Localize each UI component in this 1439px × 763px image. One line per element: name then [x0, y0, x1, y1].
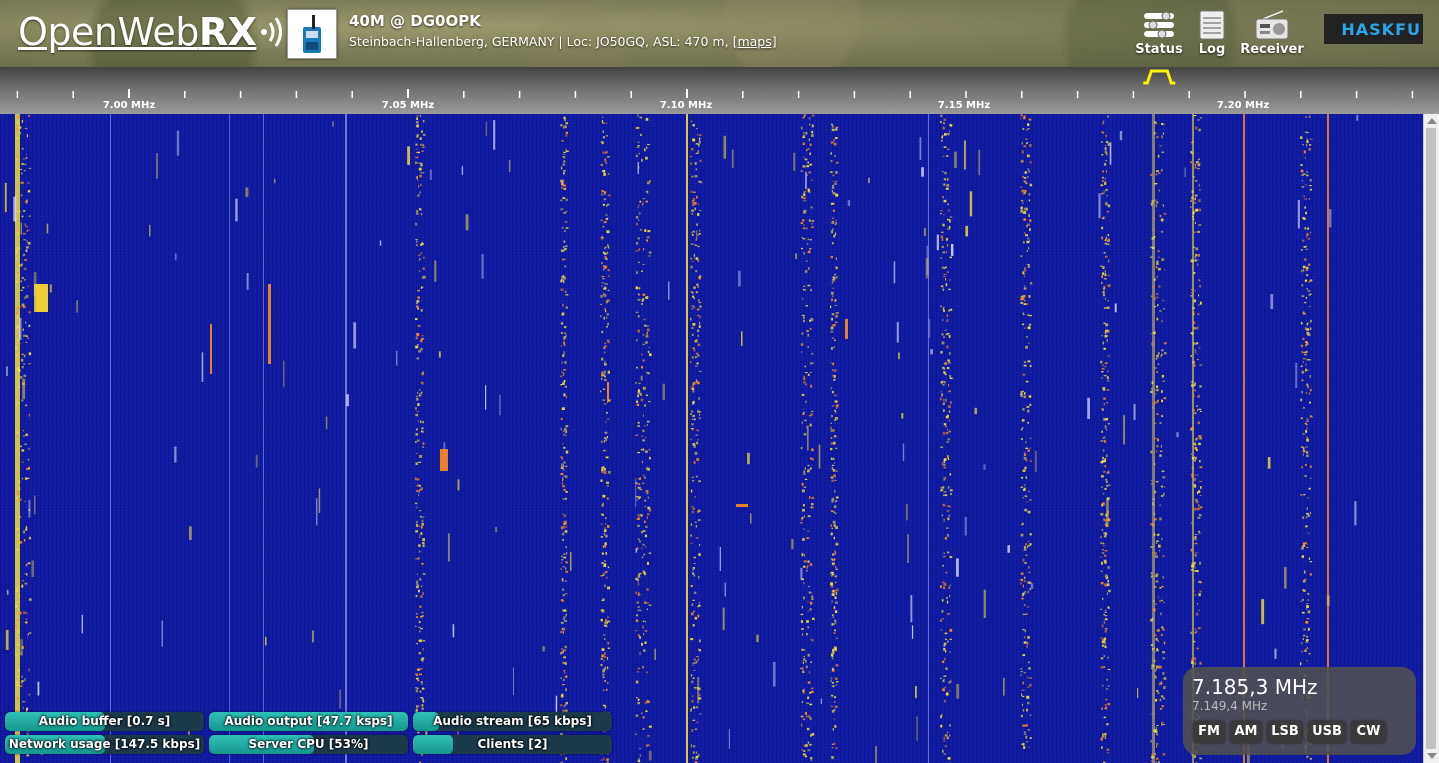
radio-waves-icon — [261, 17, 283, 47]
current-frequency[interactable]: 7.185,3 MHz — [1192, 675, 1318, 699]
sponsor-logo[interactable]: HASKFU — [1324, 14, 1423, 44]
top-bar: OpenWeb RX 40M @ DG0OPK Steinbach-Hallenb… — [0, 0, 1439, 67]
log-button-label: Log — [1198, 42, 1226, 57]
audio-stream-label: Audio stream [65 kbps] — [433, 714, 592, 728]
mode-lsb-button[interactable]: LSB — [1267, 721, 1303, 743]
mode-am-button[interactable]: AM — [1230, 721, 1262, 743]
scale-label: 7.20 MHz — [1216, 100, 1270, 111]
receiver-button[interactable]: Receiver — [1240, 8, 1304, 57]
clients-bar[interactable]: Clients [2] — [413, 735, 612, 754]
audio-buffer-label: Audio buffer [0.7 s] — [38, 714, 171, 728]
network-usage-label: Network usage [147.5 kbps] — [8, 737, 201, 751]
sliders-icon — [1144, 11, 1174, 39]
mode-usb-button[interactable]: USB — [1308, 721, 1346, 743]
maps-link[interactable]: [maps] — [733, 34, 777, 49]
mode-fm-button[interactable]: FM — [1193, 721, 1225, 743]
logo-text-bold: RX — [198, 10, 257, 54]
status-button[interactable]: Status — [1134, 8, 1184, 57]
scale-label: 7.10 MHz — [659, 100, 713, 111]
waterfall-display[interactable] — [0, 114, 1423, 763]
audio-stream-bar[interactable]: Audio stream [65 kbps] — [413, 712, 612, 731]
status-button-label: Status — [1135, 42, 1183, 57]
scale-label: 7.00 MHz — [102, 100, 156, 111]
audio-output-label: Audio output [47.7 ksps] — [224, 714, 393, 728]
receiver-button-label: Receiver — [1240, 42, 1304, 57]
frequency-scale[interactable]: 7.00 MHz 7.05 MHz 7.10 MHz 7.15 MHz 7.20 MHz — [0, 67, 1439, 114]
receiver-location: Steinbach-Hallenberg, GERMANY | Loc: JO5… — [349, 34, 733, 49]
receiver-description: Steinbach-Hallenberg, GERMANY | Loc: JO5… — [349, 34, 777, 49]
scale-label: 7.15 MHz — [937, 100, 991, 111]
log-button[interactable]: Log — [1194, 8, 1230, 57]
scroll-down-icon[interactable] — [1427, 753, 1437, 759]
waterfall-signals — [4, 114, 1359, 763]
mode-cw-button[interactable]: CW — [1351, 721, 1386, 743]
scroll-up-icon[interactable] — [1427, 118, 1437, 124]
receiver-title: 40M @ DG0OPK — [349, 12, 481, 30]
frequency-panel: 7.185,3 MHz 7.149,4 MHz FM AM LSB USB CW — [1183, 667, 1416, 755]
server-cpu-label: Server CPU [53%] — [248, 737, 369, 751]
vertical-scrollbar[interactable] — [1423, 114, 1439, 763]
radio-receiver-icon — [1255, 10, 1289, 40]
server-cpu-bar[interactable]: Server CPU [53%] — [209, 735, 408, 754]
radio-transceiver-icon — [303, 15, 321, 53]
notepad-icon — [1199, 10, 1225, 40]
scale-label: 7.05 MHz — [381, 100, 435, 111]
logo-text-light: OpenWeb — [18, 10, 199, 54]
audio-output-bar[interactable]: Audio output [47.7 ksps] — [209, 712, 408, 731]
openwebrx-logo[interactable]: OpenWeb RX — [18, 10, 288, 54]
audio-buffer-bar[interactable]: Audio buffer [0.7 s] — [5, 712, 204, 731]
filter-passband-marker[interactable] — [1143, 69, 1176, 85]
sponsor-text: HASKFU — [1341, 19, 1421, 39]
receiver-photo[interactable] — [287, 9, 337, 59]
network-usage-bar[interactable]: Network usage [147.5 kbps] — [5, 735, 204, 754]
clients-label: Clients [2] — [477, 737, 548, 751]
scroll-thumb[interactable] — [1426, 128, 1436, 749]
secondary-frequency: 7.149,4 MHz — [1192, 699, 1268, 713]
